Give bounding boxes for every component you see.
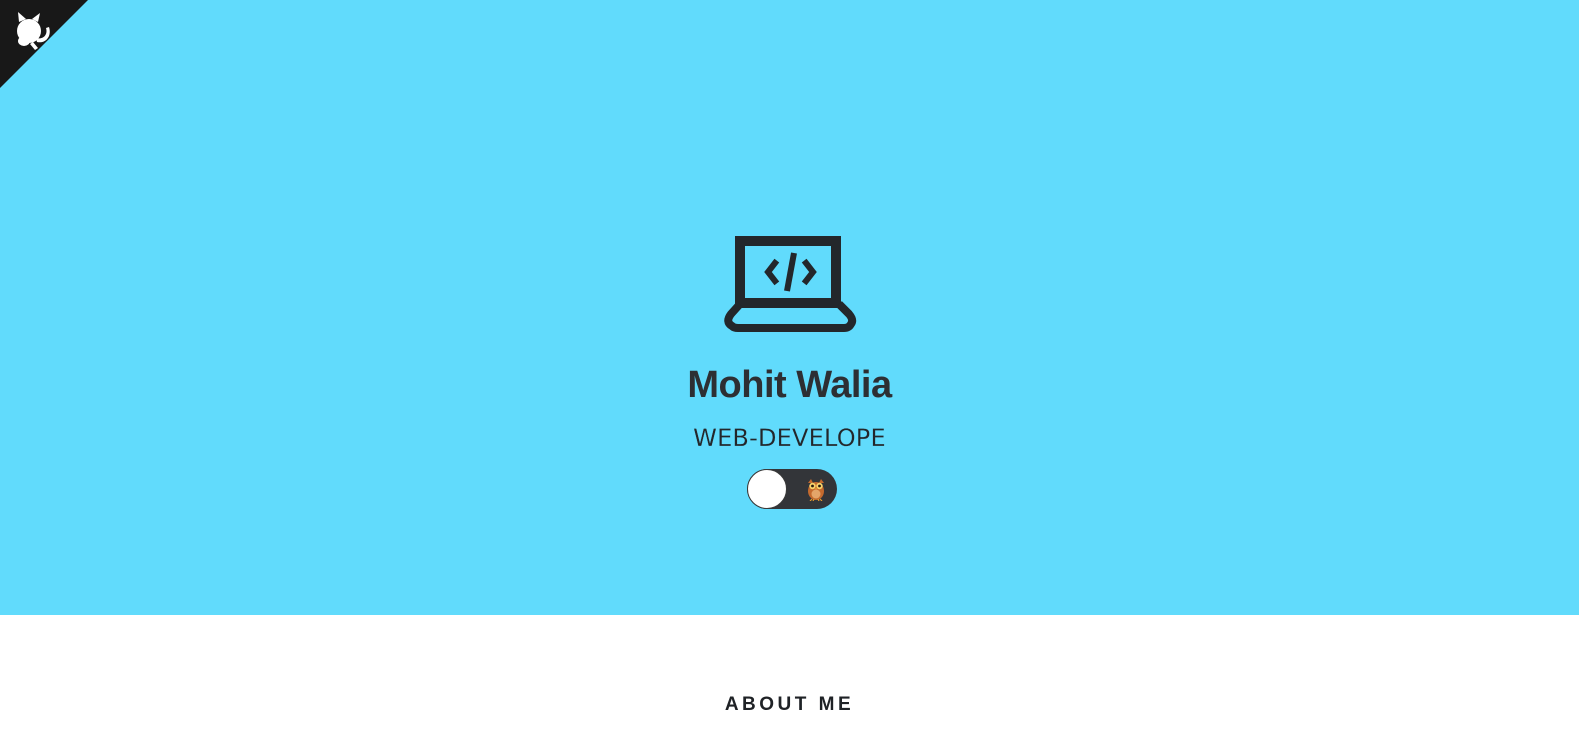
about-heading: ABOUT ME (724, 694, 855, 715)
github-octocat-icon (0, 0, 88, 88)
hero-section: Mohit Walia WEB-DEVELOPE (0, 0, 1579, 615)
owl-icon (808, 479, 824, 501)
laptop-code-icon (724, 236, 857, 332)
hero-role: WEB-DEVELOPE (693, 424, 886, 452)
github-corner-link[interactable] (0, 0, 88, 88)
toggle-knob (747, 469, 787, 509)
hero-name: Mohit Walia (687, 364, 892, 406)
theme-toggle[interactable] (747, 469, 837, 509)
